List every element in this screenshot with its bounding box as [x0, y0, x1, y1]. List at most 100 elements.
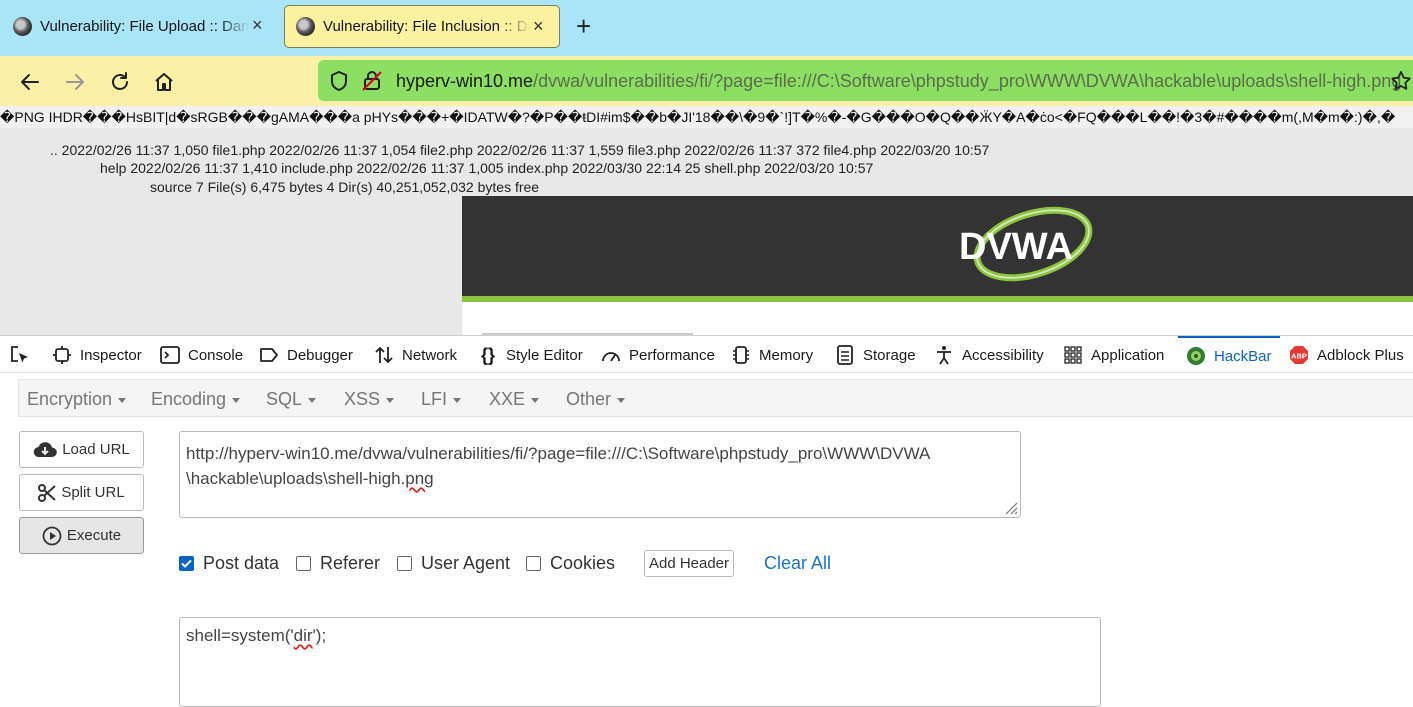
tab-application[interactable]: Application [1063, 336, 1164, 374]
home-button[interactable] [150, 68, 178, 96]
reload-icon [112, 72, 128, 90]
inspector-icon [52, 345, 72, 365]
caret-down-icon [453, 397, 462, 403]
menu-xxe[interactable]: XXE [489, 389, 540, 410]
load-url-button[interactable]: Load URL [19, 431, 144, 468]
url-line: http://hyperv-win10.me/dvwa/vulnerabilit… [186, 444, 931, 463]
menu-label: XSS [344, 389, 381, 409]
tab-file-inclusion[interactable]: Vulnerability: File Inclusion :: Damn Vu… [284, 5, 560, 48]
tab-performance[interactable]: Performance [601, 336, 715, 374]
checkbox-icon [397, 556, 412, 571]
caret-down-icon [386, 397, 395, 403]
shield-icon[interactable] [327, 69, 351, 93]
dvwa-favicon-icon [296, 17, 315, 36]
console-icon [160, 345, 180, 365]
storage-icon [835, 345, 855, 365]
back-arrow-icon [21, 74, 39, 90]
spellcheck-word: dir [293, 626, 313, 645]
element-picker-button[interactable] [9, 336, 31, 374]
menu-lfi[interactable]: LFI [421, 389, 462, 410]
tab-inspector[interactable]: Inspector [52, 336, 142, 374]
url-textarea[interactable]: http://hyperv-win10.me/dvwa/vulnerabilit… [179, 431, 1021, 518]
dvwa-body [462, 302, 1413, 335]
tab-debugger[interactable]: Debugger [259, 336, 353, 374]
hackbar-panel: Encryption Encoding SQL XSS LFI XXE Othe… [0, 373, 1413, 707]
forward-arrow-icon [66, 74, 84, 90]
element-picker-icon [11, 346, 28, 363]
menu-sql[interactable]: SQL [266, 389, 317, 410]
split-url-button[interactable]: Split URL [19, 474, 144, 511]
button-label: Split URL [61, 484, 125, 501]
menu-label: Encoding [151, 389, 227, 409]
tab-storage[interactable]: Storage [835, 336, 916, 374]
caret-down-icon [617, 397, 626, 403]
tab-hackbar[interactable]: HackBar [1178, 336, 1280, 374]
address-text[interactable]: hyperv-win10.me/dvwa/vulnerabilities/fi/… [396, 71, 1401, 92]
button-label: Execute [66, 527, 122, 544]
menu-other[interactable]: Other [566, 389, 626, 410]
spellcheck-word: png [405, 469, 434, 488]
adblock-plus-icon: ABP [1289, 345, 1309, 365]
new-tab-button[interactable]: + [576, 13, 591, 39]
performance-icon [601, 345, 621, 365]
network-icon [374, 345, 394, 365]
menu-encoding[interactable]: Encoding [151, 389, 241, 410]
tab-style-editor[interactable]: {} Style Editor [478, 336, 583, 374]
devtools-toolbar: Inspector Console Debugger Network {} St… [0, 335, 1413, 373]
tab-label: Adblock Plus [1317, 346, 1404, 364]
address-bar[interactable]: hyperv-win10.me/dvwa/vulnerabilities/fi/… [318, 60, 1413, 101]
tab-label: Console [188, 346, 244, 364]
tab-accessibility[interactable]: Accessibility [934, 336, 1044, 374]
insecure-lock-icon[interactable] [360, 69, 384, 93]
post-data-checkbox[interactable]: Post data [179, 553, 279, 574]
referer-checkbox[interactable]: Referer [296, 553, 380, 574]
checkbox-checked-icon [179, 556, 194, 571]
close-tab-icon[interactable]: × [252, 15, 263, 36]
forward-button[interactable] [61, 68, 89, 96]
menu-encryption[interactable]: Encryption [27, 389, 127, 410]
tab-strip: Vulnerability: File Upload :: Damn Vulne… [0, 0, 1413, 56]
caret-down-icon [308, 397, 317, 403]
clear-all-link[interactable]: Clear All [764, 553, 831, 574]
dvwa-logo: DVWA [959, 206, 1093, 282]
reload-button[interactable] [106, 68, 134, 96]
png-binary-output: �PNG IHDR���HsBIT|d�sRGB���gAMA���a pHYs… [0, 106, 1413, 128]
post-data-textarea[interactable]: shell=system('dir'); [179, 617, 1101, 707]
checkbox-label: Cookies [550, 553, 616, 573]
menu-label: Other [566, 389, 612, 409]
close-tab-icon[interactable]: × [533, 16, 544, 37]
address-path: /dvwa/vulnerabilities/fi/?page=file:///C… [533, 71, 1402, 91]
tab-console[interactable]: Console [160, 336, 243, 374]
back-button[interactable] [16, 68, 44, 96]
menu-label: Encryption [27, 389, 113, 409]
tab-label: Storage [863, 346, 916, 364]
dvwa-logo-text: DVWA [959, 226, 1073, 268]
tab-network[interactable]: Network [374, 336, 457, 374]
navigation-bar: hyperv-win10.me/dvwa/vulnerabilities/fi/… [0, 56, 1413, 106]
post-text: shell=system(' [186, 626, 294, 645]
address-host: hyperv-win10.me [396, 71, 534, 91]
adblock-plus-icon-text: ABP [1291, 352, 1307, 361]
dvwa-header [462, 196, 1413, 296]
menu-label: SQL [266, 389, 303, 409]
tab-label: Debugger [287, 346, 353, 364]
menu-label: XXE [489, 389, 526, 409]
home-icon [155, 73, 173, 91]
execute-button[interactable]: Execute [19, 517, 144, 554]
tab-file-upload[interactable]: Vulnerability: File Upload :: Damn Vulne… [2, 5, 274, 48]
tab-memory[interactable]: Memory [731, 336, 813, 374]
bookmark-star-icon[interactable] [1389, 69, 1413, 93]
caret-down-icon [232, 397, 241, 403]
caret-down-icon [531, 397, 540, 403]
cookies-checkbox[interactable]: Cookies [526, 553, 615, 574]
menu-xss[interactable]: XSS [344, 389, 395, 410]
checkbox-icon [526, 556, 541, 571]
resize-handle-icon[interactable] [1002, 499, 1018, 515]
hackbar-icon [1186, 346, 1206, 366]
add-header-button[interactable]: Add Header [644, 550, 734, 577]
user-agent-checkbox[interactable]: User Agent [397, 553, 510, 574]
checkbox-label: User Agent [421, 553, 511, 573]
tab-adblock-plus[interactable]: ABP Adblock Plus [1289, 336, 1404, 374]
tab-label: Memory [759, 346, 814, 364]
dir-listing-line: .. 2022/02/26 11:37 1,050 file1.php 2022… [50, 142, 990, 158]
